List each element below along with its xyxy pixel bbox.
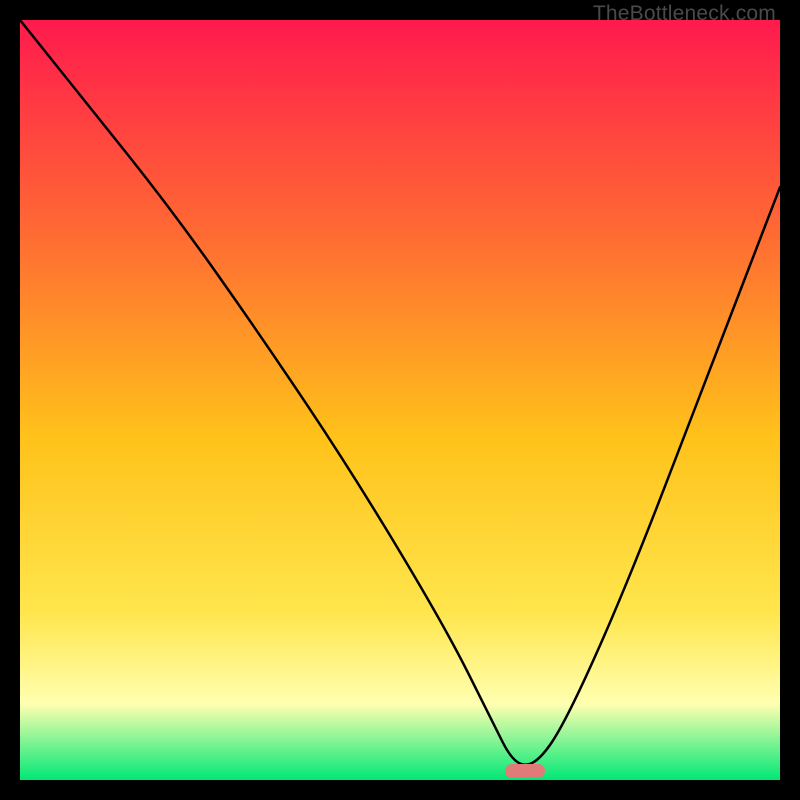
chart-frame: TheBottleneck.com [0, 0, 800, 800]
optimal-marker [505, 764, 545, 778]
bottleneck-curve [20, 20, 780, 780]
plot-area [20, 20, 780, 780]
watermark-text: TheBottleneck.com [593, 2, 776, 26]
